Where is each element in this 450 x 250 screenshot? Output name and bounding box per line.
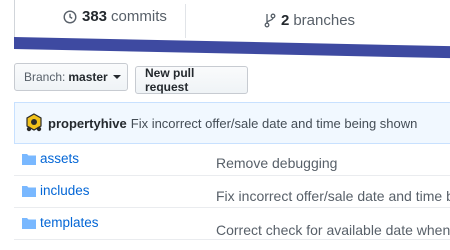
commits-link[interactable]: 383 commits	[63, 8, 167, 25]
file-commit-message[interactable]: Remove debugging	[216, 155, 337, 171]
file-row: assets Remove debugging	[14, 144, 450, 176]
branch-select-button[interactable]: Branch: master	[14, 63, 128, 91]
commits-count: 383	[82, 8, 108, 25]
file-name-link[interactable]: templates	[40, 215, 99, 230]
latest-commit-bar: propertyhive Fix incorrect offer/sale da…	[14, 102, 450, 144]
commits-label: commits	[111, 8, 167, 25]
folder-icon	[22, 154, 36, 165]
commit-author[interactable]: propertyhive	[48, 116, 127, 131]
new-pull-request-button[interactable]: New pull request	[135, 66, 248, 94]
repo-stats-bar: 383 commits 2 branches	[14, 0, 450, 40]
folder-icon	[22, 218, 36, 229]
branch-icon	[264, 13, 276, 28]
file-commit-message[interactable]: Correct check for available date when a	[216, 222, 450, 238]
branches-label: branches	[293, 12, 356, 29]
caret-down-icon	[112, 75, 121, 79]
file-name-link[interactable]: assets	[40, 151, 79, 166]
folder-icon	[22, 186, 36, 197]
branches-count: 2	[281, 12, 290, 29]
file-row: includes Fix incorrect offer/sale date a…	[14, 176, 450, 208]
author-avatar[interactable]	[24, 113, 44, 133]
history-icon	[63, 9, 77, 24]
stats-divider	[185, 4, 186, 38]
file-name-link[interactable]: includes	[40, 183, 90, 198]
file-commit-message[interactable]: Fix incorrect offer/sale date and time b	[216, 188, 450, 204]
file-row: templates Correct check for available da…	[14, 208, 450, 240]
branches-link[interactable]: 2 branches	[264, 12, 355, 29]
commit-message[interactable]: Fix incorrect offer/sale date and time b…	[131, 116, 418, 131]
branch-select-value: master	[68, 70, 108, 84]
language-bar[interactable]	[14, 37, 450, 59]
file-list: assets Remove debugging includes Fix inc…	[14, 144, 450, 240]
branch-select-prefix: Branch:	[24, 70, 66, 84]
